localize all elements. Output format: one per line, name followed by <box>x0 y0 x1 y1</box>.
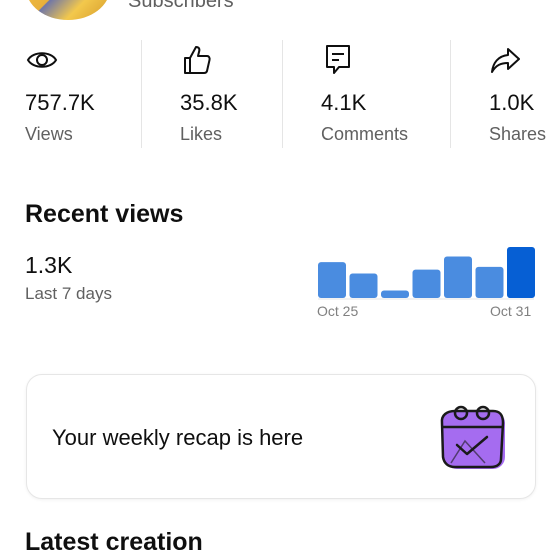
eye-icon <box>25 43 59 77</box>
recent-views-period: Last 7 days <box>25 284 112 303</box>
stat-divider <box>282 40 283 148</box>
thumbs-up-icon <box>180 43 214 77</box>
stat-views[interactable]: 757.7K Views <box>25 40 135 148</box>
share-icon <box>489 43 523 77</box>
chart-bar-oct-27 <box>381 290 409 298</box>
chart-bar-oct-31 <box>507 247 535 298</box>
stat-divider <box>450 40 451 148</box>
chart-bar-oct-25 <box>318 262 346 298</box>
stat-label: Comments <box>321 124 409 144</box>
chart-bar-oct-29 <box>444 256 472 298</box>
stat-value: 757.7K <box>25 90 95 115</box>
chart-bar-oct-26 <box>349 273 378 298</box>
chart-tick-end: Oct 31 <box>490 303 532 319</box>
stat-value: 35.8K <box>180 90 238 115</box>
stat-value: 4.1K <box>321 90 367 115</box>
stat-label: Likes <box>180 124 223 144</box>
stat-shares[interactable]: 1.0K Shares <box>489 40 559 148</box>
comment-icon <box>321 43 355 77</box>
chart-bars <box>318 247 535 300</box>
chart-tick-start: Oct 25 <box>317 303 359 319</box>
recent-views-title: Recent views <box>25 200 184 228</box>
stat-comments[interactable]: 4.1K Comments <box>321 40 446 148</box>
stat-likes[interactable]: 35.8K Likes <box>180 40 280 148</box>
calendar-check-icon <box>437 401 509 473</box>
recent-views-count: 1.3K <box>25 252 73 278</box>
stats-row: 757.7K Views 35.8K Likes 4.1K Comments 1… <box>0 40 560 148</box>
stat-divider <box>141 40 142 148</box>
subscribers-label: Subscribers <box>128 0 234 12</box>
channel-avatar[interactable] <box>26 0 110 20</box>
recap-text: Your weekly recap is here <box>52 425 304 450</box>
chart-bar-oct-30 <box>475 266 504 298</box>
weekly-recap-card[interactable]: Your weekly recap is here <box>26 374 536 499</box>
stat-value: 1.0K <box>489 90 535 115</box>
stat-label: Shares <box>489 124 547 144</box>
recent-views-chart[interactable]: Oct 25 Oct 31 <box>314 240 538 320</box>
chart-bar-oct-28 <box>412 269 441 298</box>
stat-label: Views <box>25 124 73 144</box>
latest-creation-title: Latest creation <box>25 528 203 556</box>
